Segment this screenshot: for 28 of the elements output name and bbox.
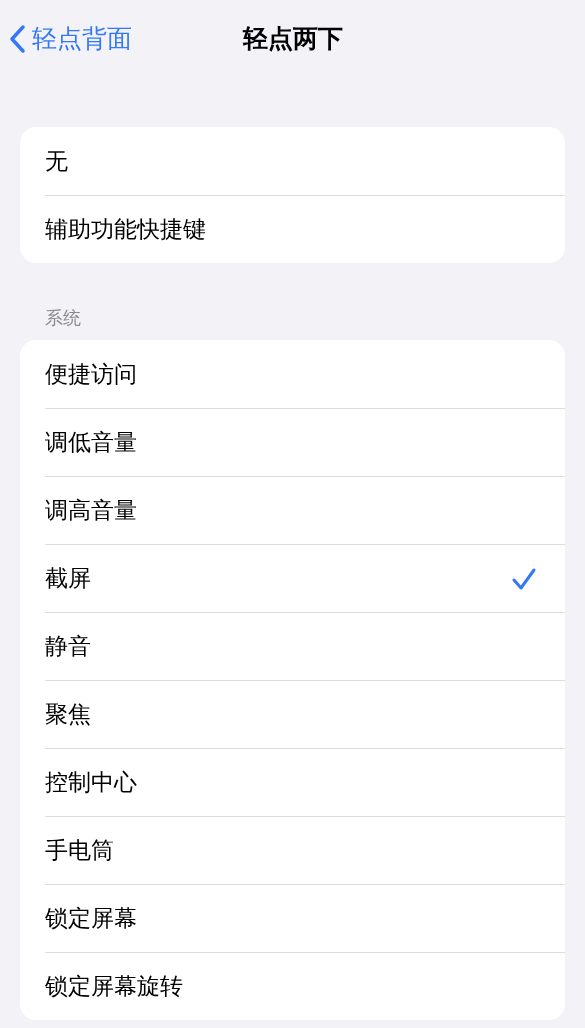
- option-row[interactable]: 截屏: [45, 544, 565, 612]
- option-row[interactable]: 静音: [45, 612, 565, 680]
- option-row[interactable]: 手电筒: [45, 816, 565, 884]
- option-label: 控制中心: [45, 768, 138, 798]
- option-label: 无: [45, 146, 69, 176]
- option-label: 调高音量: [45, 496, 138, 526]
- option-label: 手电筒: [45, 836, 115, 866]
- option-label: 静音: [45, 632, 92, 662]
- option-row[interactable]: 便捷访问: [45, 340, 565, 408]
- option-row[interactable]: 调高音量: [45, 476, 565, 544]
- option-label: 截屏: [45, 564, 92, 594]
- option-row[interactable]: 聚焦: [45, 680, 565, 748]
- option-row[interactable]: 调低音量: [45, 408, 565, 476]
- option-row[interactable]: 辅助功能快捷键: [45, 195, 565, 263]
- option-label: 聚焦: [45, 700, 92, 730]
- back-button[interactable]: 轻点背面: [8, 20, 132, 58]
- option-label: 便捷访问: [45, 359, 138, 389]
- option-row[interactable]: 无: [45, 127, 565, 195]
- option-label: 调低音量: [45, 428, 138, 458]
- page-title: 轻点两下: [242, 23, 343, 55]
- option-label: 锁定屏幕: [45, 904, 138, 934]
- section-header: 系统: [44, 307, 82, 330]
- option-row[interactable]: 锁定屏幕: [45, 884, 565, 952]
- option-label: 锁定屏幕旋转: [45, 972, 184, 1002]
- option-row[interactable]: 锁定屏幕旋转: [45, 952, 565, 1020]
- option-label: 辅助功能快捷键: [45, 215, 207, 245]
- option-row[interactable]: 控制中心: [45, 748, 565, 816]
- back-chevron-icon: [8, 24, 26, 54]
